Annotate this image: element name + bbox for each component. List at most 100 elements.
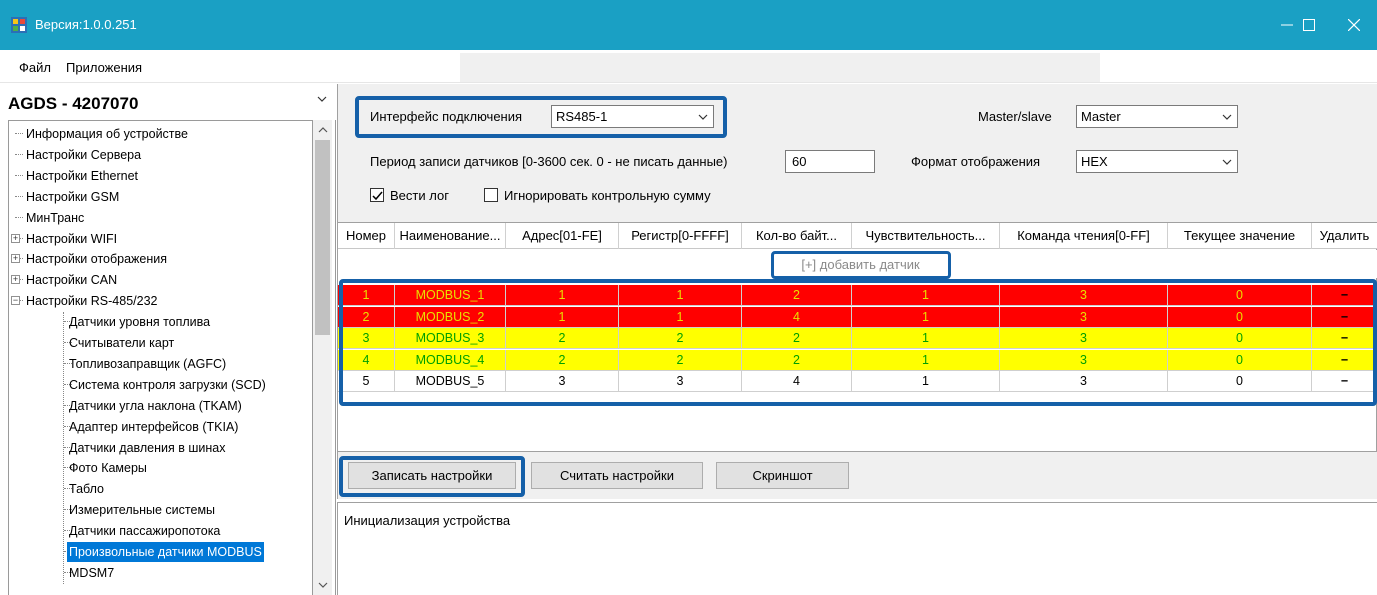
checkmark-icon [372, 191, 383, 201]
left-panel: AGDS - 4207070 Информация об устройстве Н… [0, 84, 336, 595]
tree-item-label: Система контроля загрузки (SCD) [69, 377, 266, 392]
interface-label: Интерфейс подключения [370, 109, 523, 124]
tree-item-label: Датчики уровня топлива [69, 315, 211, 330]
format-select[interactable]: HEX [1076, 150, 1238, 173]
tree-item[interactable]: Измерительные системы [9, 500, 309, 520]
tree-item-label: МинТранс [26, 210, 85, 225]
format-label: Формат отображения [911, 154, 1041, 169]
grid-header: Номер Наименование... Адрес[01-FE] Регистр[… [338, 223, 1377, 249]
tree-item[interactable]: Произвольные датчики MODBUS [9, 542, 309, 562]
ignore-crc-checkbox[interactable] [484, 188, 498, 202]
interface-select[interactable]: RS485-1 [551, 105, 714, 128]
column-header[interactable]: Удалить [1312, 223, 1377, 249]
chevron-down-icon [317, 96, 327, 102]
read-settings-button[interactable]: Считать настройки [531, 462, 703, 489]
tree-item[interactable]: Датчики угла наклона (TKAM) [9, 396, 309, 416]
master-slave-select[interactable]: Master [1076, 105, 1238, 128]
menu-strip-background [460, 53, 1100, 82]
master-slave-label: Master/slave [978, 109, 1052, 124]
settings-tree: Информация об устройстве Настройки Сервер… [8, 120, 313, 595]
menu-file[interactable]: Файл [19, 60, 51, 76]
tree-item[interactable]: Датчики пассажиропотока [9, 521, 309, 541]
tree-item[interactable]: Датчики давления в шинах [9, 438, 309, 458]
tree-item[interactable]: Табло [9, 479, 309, 499]
tree-item[interactable]: Считыватели карт [9, 333, 309, 353]
title-bar: Версия:1.0.0.251 [0, 0, 1377, 50]
tree-item-label: Считыватели карт [69, 336, 175, 350]
column-header[interactable]: Кол-во байт... [742, 223, 852, 249]
master-slave-value: Master [1081, 109, 1121, 124]
chevron-down-icon [698, 114, 708, 120]
tree-item-label: Настройки отображения [26, 252, 168, 267]
column-header[interactable]: Чувствительность... [852, 223, 1000, 249]
log-checkbox-label: Вести лог [390, 188, 449, 203]
expand-icon[interactable]: + [11, 275, 20, 285]
close-button[interactable] [1331, 0, 1377, 50]
tree-item[interactable]: + Настройки CAN [9, 270, 309, 290]
scroll-up-icon[interactable] [318, 126, 328, 133]
tree-item[interactable]: Информация об устройстве [9, 124, 309, 144]
tree-item-label: Настройки Ethernet [26, 168, 139, 183]
maximize-button[interactable] [1286, 0, 1332, 50]
tree-connector-line [63, 312, 64, 584]
settings-panel: Интерфейс подключения RS485-1 Master/sla… [337, 84, 1377, 222]
tree-connector [15, 195, 23, 197]
column-header[interactable]: Номер [338, 223, 395, 249]
sensors-grid: Номер Наименование... Адрес[01-FE] Регистр[… [337, 222, 1377, 452]
tree-connector [15, 174, 23, 176]
tree-item-label: Настройки CAN [26, 273, 118, 288]
close-icon [1348, 19, 1360, 31]
tree-item-label: Настройки GSM [26, 189, 120, 204]
tree-connector [15, 133, 23, 134]
add-sensor-button[interactable]: [+] добавить датчик [778, 254, 943, 278]
maximize-icon [1303, 19, 1315, 31]
tree-item-label: Настройки WIFI [26, 231, 118, 246]
screenshot-button[interactable]: Скриншот [716, 462, 849, 489]
tree-item[interactable]: МинТранс [9, 208, 309, 228]
period-input-value: 60 [792, 154, 807, 169]
expand-icon[interactable]: + [11, 233, 20, 243]
tree-connector [15, 153, 23, 155]
column-header[interactable]: Команда чтения[0-FF] [1000, 223, 1168, 249]
chevron-down-icon [1222, 114, 1232, 120]
tree-item[interactable]: Система контроля загрузки (SCD) [9, 375, 309, 395]
period-input[interactable]: 60 [785, 150, 875, 173]
expand-icon[interactable]: + [11, 254, 20, 264]
tree-connector [15, 216, 23, 218]
log-area[interactable]: Инициализация устройства [337, 502, 1377, 595]
column-header[interactable]: Адрес[01-FE] [506, 223, 619, 249]
log-checkbox[interactable] [370, 188, 384, 202]
tree-item[interactable]: − Настройки RS-485/232 [9, 291, 309, 311]
collapse-icon[interactable]: − [11, 296, 20, 306]
tree-item[interactable]: Топливозаправщик (AGFC) [9, 354, 309, 374]
tree-item[interactable]: Датчики уровня топлива [9, 312, 309, 332]
right-panel: Интерфейс подключения RS485-1 Master/sla… [337, 84, 1377, 595]
tree-item[interactable]: Настройки Сервера [9, 145, 309, 165]
log-text: Инициализация устройства [344, 513, 511, 528]
tree-item[interactable]: Адаптер интерфейсов (TKIA) [9, 417, 309, 437]
device-selector[interactable]: AGDS - 4207070 [0, 84, 336, 120]
tree-item[interactable]: Настройки Ethernet [9, 166, 309, 186]
tree-item-label: Адаптер интерфейсов (TKIA) [69, 419, 239, 434]
tree-item[interactable]: MDSM7 [9, 563, 309, 583]
scroll-down-icon[interactable] [318, 582, 328, 589]
tree-scrollbar[interactable] [313, 120, 332, 595]
write-settings-button[interactable]: Записать настройки [348, 462, 516, 489]
tree-item-label: Табло [69, 482, 105, 497]
tree-item[interactable]: Настройки GSM [9, 187, 309, 207]
scrollbar-thumb[interactable] [315, 140, 330, 335]
tree-item-label: Настройки RS-485/232 [26, 294, 158, 309]
column-header[interactable]: Наименование... [395, 223, 506, 249]
format-select-value: HEX [1081, 154, 1108, 169]
app-icon [11, 17, 27, 33]
tree-item-label: Топливозаправщик (AGFC) [69, 356, 227, 371]
column-header[interactable]: Текущее значение [1168, 223, 1312, 249]
tree-item[interactable]: + Настройки отображения [9, 249, 309, 269]
tree-item[interactable]: Фото Камеры [9, 458, 309, 478]
window-title: Версия:1.0.0.251 [35, 17, 137, 32]
menu-applications[interactable]: Приложения [66, 60, 142, 76]
tree-item-label: Настройки Сервера [26, 147, 142, 162]
tree-item[interactable]: + Настройки WIFI [9, 229, 309, 249]
column-header[interactable]: Регистр[0-FFFF] [619, 223, 742, 249]
ignore-crc-label: Игнорировать контрольную сумму [504, 188, 711, 203]
